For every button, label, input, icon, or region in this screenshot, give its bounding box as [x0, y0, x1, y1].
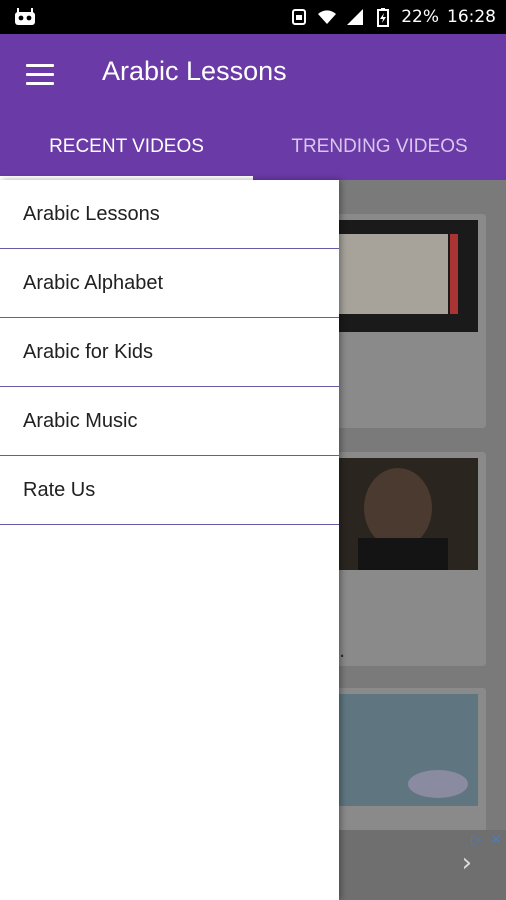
signal-icon	[347, 9, 364, 25]
drawer-item-rate-us[interactable]: Rate Us	[0, 456, 339, 525]
ad-info-icon[interactable]: ▷	[471, 832, 482, 848]
ad-arrow-icon[interactable]: ›	[462, 848, 472, 878]
rotation-lock-icon	[292, 9, 307, 25]
clock: 16:28	[447, 7, 496, 27]
navigation-drawer: Arabic Lessons Arabic Alphabet Arabic fo…	[0, 180, 339, 900]
tab-trending-videos[interactable]: TRENDING VIDEOS	[253, 128, 506, 180]
wifi-icon	[318, 10, 337, 24]
battery-charging-icon	[377, 8, 390, 27]
app-bar: Arabic Lessons RECENT VIDEOS TRENDING VI…	[0, 34, 506, 180]
tab-recent-videos[interactable]: RECENT VIDEOS	[0, 128, 253, 180]
app-title: Arabic Lessons	[102, 56, 287, 86]
ad-close-icon[interactable]: ✕	[490, 832, 502, 848]
drawer-item-arabic-alphabet[interactable]: Arabic Alphabet	[0, 249, 339, 318]
tab-bar: RECENT VIDEOS TRENDING VIDEOS	[0, 128, 506, 180]
hamburger-menu-icon[interactable]	[26, 64, 54, 86]
battery-percent: 22%	[401, 7, 439, 27]
android-debug-icon	[15, 8, 35, 25]
drawer-item-arabic-lessons[interactable]: Arabic Lessons	[0, 180, 339, 249]
status-bar: 22% 16:28	[0, 0, 506, 34]
drawer-item-arabic-for-kids[interactable]: Arabic for Kids	[0, 318, 339, 387]
drawer-item-arabic-music[interactable]: Arabic Music	[0, 387, 339, 456]
